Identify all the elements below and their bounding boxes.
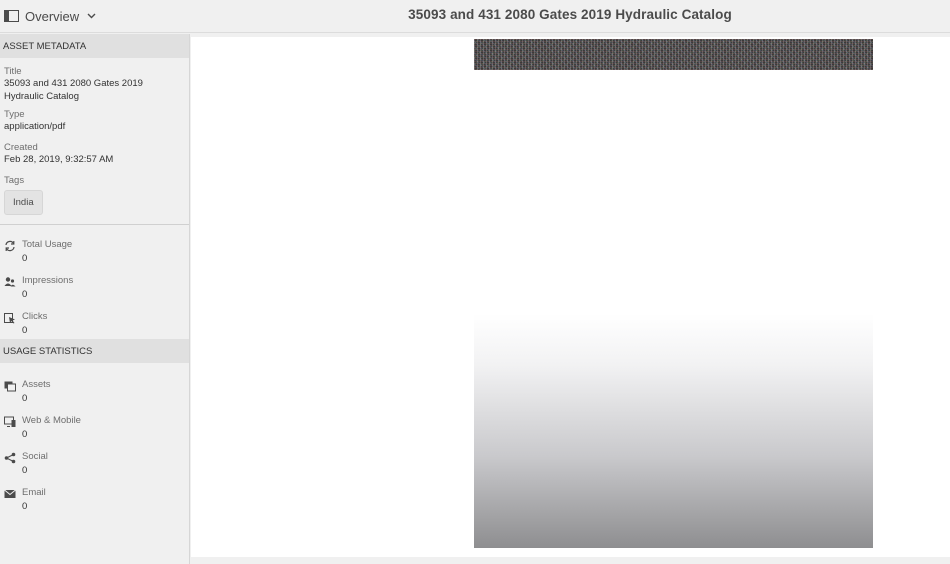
created-label: Created <box>4 142 38 153</box>
stat-label: Clicks <box>22 311 48 322</box>
stat-value: 0 <box>22 429 28 440</box>
stat-label: Social <box>22 451 48 462</box>
asset-preview-image[interactable] <box>474 39 873 548</box>
stat-value: 0 <box>22 325 28 336</box>
tag-chip[interactable]: India <box>4 190 43 215</box>
title-label: Title <box>4 66 22 77</box>
stat-label: Assets <box>22 379 51 390</box>
preview-area <box>191 37 950 557</box>
title-value: 35093 and 431 2080 Gates 2019 Hydraulic … <box>4 78 143 102</box>
stat-social: Social 0 <box>0 449 189 485</box>
top-bar: Overview 35093 and 431 2080 Gates 2019 H… <box>0 0 950 33</box>
stat-value: 0 <box>22 465 28 476</box>
tags-label: Tags <box>4 175 25 186</box>
rail-toggle-button[interactable]: Overview <box>4 7 99 25</box>
impressions-icon <box>4 275 16 287</box>
click-icon <box>4 311 16 324</box>
stat-email: Email 0 <box>0 485 189 521</box>
stat-label: Impressions <box>22 275 74 286</box>
stat-assets: Assets 0 <box>0 377 189 413</box>
stat-value: 0 <box>22 393 28 404</box>
insights-list: Total Usage 0 Impressions 0 Clicks 0 <box>0 225 189 345</box>
share-icon <box>4 451 16 464</box>
assets-icon <box>4 379 16 392</box>
stat-total-usage: Total Usage 0 <box>0 237 189 273</box>
stat-label: Email <box>22 487 46 498</box>
stat-label: Total Usage <box>22 239 73 250</box>
page-title: 35093 and 431 2080 Gates 2019 Hydraulic … <box>408 7 732 22</box>
type-label: Type <box>4 109 25 120</box>
created-value: Feb 28, 2019, 9:32:57 AM <box>4 154 114 165</box>
stat-label: Web & Mobile <box>22 415 81 426</box>
sync-icon <box>4 239 16 252</box>
stat-clicks: Clicks 0 <box>0 309 189 345</box>
stat-value: 0 <box>22 253 28 264</box>
usage-statistics-list: Assets 0 Web & Mobile 0 Social 0 Email 0 <box>0 363 189 521</box>
asset-metadata: Title 35093 and 431 2080 Gates 2019 Hydr… <box>0 58 189 215</box>
left-rail: ASSET METADATA Title 35093 and 431 2080 … <box>0 34 190 564</box>
type-value: application/pdf <box>4 121 66 132</box>
email-icon <box>4 487 16 499</box>
rail-label: Overview <box>25 8 80 24</box>
preview-noise-strip <box>474 39 873 70</box>
stat-value: 0 <box>22 501 28 512</box>
stat-web-mobile: Web & Mobile 0 <box>0 413 189 449</box>
web-mobile-icon <box>4 415 16 427</box>
stat-impressions: Impressions 0 <box>0 273 189 309</box>
asset-metadata-heading: ASSET METADATA <box>0 34 189 58</box>
rail-icon <box>4 10 19 22</box>
stat-value: 0 <box>22 289 28 300</box>
chevron-down-icon <box>87 13 96 19</box>
